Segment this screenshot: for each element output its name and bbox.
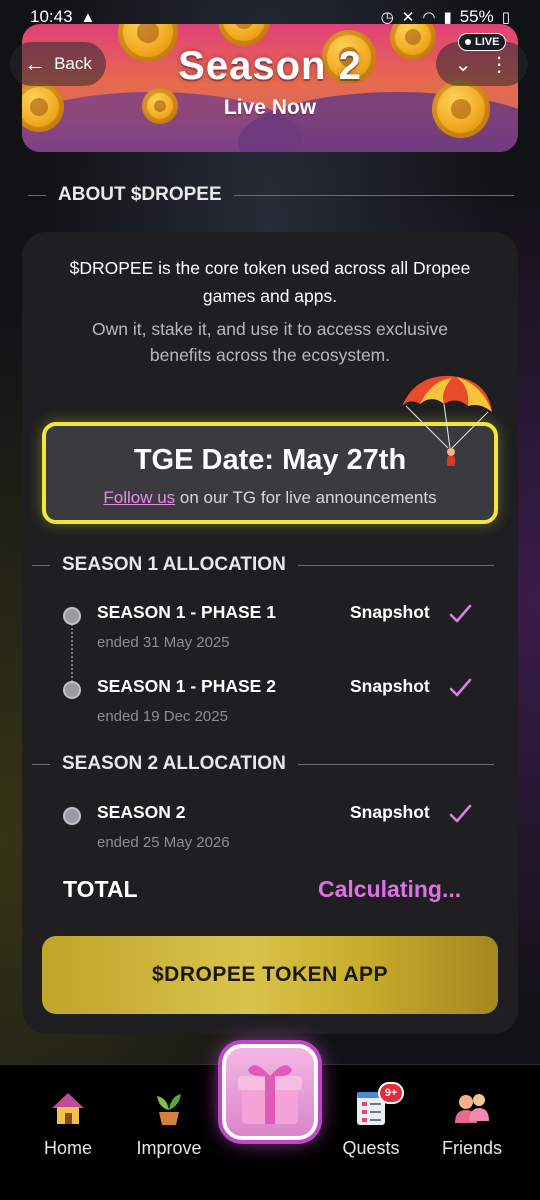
allocation-date: ended 19 Dec 2025 <box>97 708 228 725</box>
season1-heading: SEASON 1 ALLOCATION <box>32 554 494 576</box>
divider <box>297 763 494 765</box>
more-vert-icon[interactable]: ⋮ <box>489 52 509 77</box>
live-label: LIVE <box>475 36 500 48</box>
follow-us-link[interactable]: Follow us <box>103 488 175 507</box>
allocation-title: SEASON 1 - PHASE 2 <box>97 676 276 696</box>
status-dot <box>63 681 81 699</box>
allocation-status: Snapshot <box>350 802 430 822</box>
alarm-icon: ◷ <box>380 9 394 26</box>
status-time: 10:43 <box>30 7 73 26</box>
banner-subtitle: Live Now <box>223 96 317 119</box>
back-button[interactable]: ← Back <box>10 42 106 86</box>
status-right: ◷ ✕ ◠ ▮ 55% ▯ <box>381 7 510 27</box>
status-left: 10:43 ▲ <box>30 7 95 27</box>
divider <box>233 194 514 196</box>
mute-icon: ✕ <box>401 9 415 26</box>
friends-icon <box>455 1094 489 1123</box>
screen: 10:43 ▲ ◷ ✕ ◠ ▮ 55% ▯ Season 2 Live Now … <box>0 0 540 1200</box>
total-label: TOTAL <box>63 876 138 902</box>
status-dot <box>63 607 81 625</box>
gift-button[interactable] <box>222 1044 318 1140</box>
nav-improve[interactable]: Improve <box>114 1088 224 1168</box>
nav-friends-label: Friends <box>441 1138 503 1158</box>
tge-subtitle: Follow us on our TG for live announcemen… <box>46 488 494 508</box>
season-banner: Season 2 Live Now <box>22 24 518 152</box>
divider <box>297 564 494 566</box>
quests-badge: 9+ <box>378 1082 404 1104</box>
status-dot <box>63 807 81 825</box>
signal-icon: ▮ <box>443 9 452 26</box>
season1-heading-text: SEASON 1 ALLOCATION <box>62 554 286 575</box>
about-description-secondary: Own it, stake it, and use it to access e… <box>92 319 448 365</box>
parachute-icon <box>402 375 492 466</box>
gift-icon <box>238 1065 302 1124</box>
nav-quests-label: Quests <box>342 1138 400 1158</box>
allocation-date: ended 31 May 2025 <box>97 634 230 651</box>
total-value: Calculating... <box>318 876 462 902</box>
back-label: Back <box>54 54 92 73</box>
divider <box>32 763 50 765</box>
token-app-button[interactable]: $DROPEE TOKEN APP <box>42 936 498 1014</box>
allocation-title: SEASON 2 <box>97 802 186 822</box>
nav-improve-label: Improve <box>136 1138 202 1158</box>
about-heading-text: ABOUT $DROPEE <box>58 184 222 205</box>
check-icon <box>449 604 472 623</box>
season2-heading: SEASON 2 ALLOCATION <box>32 753 494 775</box>
sprout-icon <box>157 1094 181 1125</box>
timeline-connector <box>71 624 73 686</box>
allocation-status: Snapshot <box>350 602 430 622</box>
allocation-status: Snapshot <box>350 676 430 696</box>
season2-heading-text: SEASON 2 ALLOCATION <box>62 753 286 774</box>
nav-home-label: Home <box>43 1138 92 1158</box>
live-badge: LIVE <box>458 33 507 51</box>
check-icon <box>449 678 472 697</box>
tge-subtitle-rest: on our TG for live announcements <box>175 488 437 507</box>
about-description: $DROPEE is the core token used across al… <box>69 258 471 306</box>
chevron-down-icon[interactable]: ⌄ <box>455 52 472 77</box>
battery-icon: ▯ <box>501 9 510 26</box>
back-arrow-icon: ← <box>24 51 47 76</box>
wifi-icon: ◠ <box>422 9 436 26</box>
status-bar: 10:43 ▲ ◷ ✕ ◠ ▮ 55% ▯ <box>0 0 540 34</box>
live-dot-icon <box>465 39 471 45</box>
nav-friends[interactable]: Friends <box>417 1088 527 1168</box>
allocation-title: SEASON 1 - PHASE 1 <box>97 602 276 622</box>
divider <box>32 564 50 566</box>
divider <box>28 194 46 196</box>
allocation-date: ended 25 May 2026 <box>97 834 230 851</box>
nav-quests[interactable]: Quests <box>316 1088 426 1168</box>
about-heading: ABOUT $DROPEE <box>28 184 514 206</box>
check-icon <box>449 804 472 823</box>
battery-text: 55% <box>459 7 494 26</box>
nav-home[interactable]: Home <box>13 1088 123 1168</box>
warning-icon: ▲ <box>80 8 96 26</box>
home-icon <box>52 1093 84 1124</box>
